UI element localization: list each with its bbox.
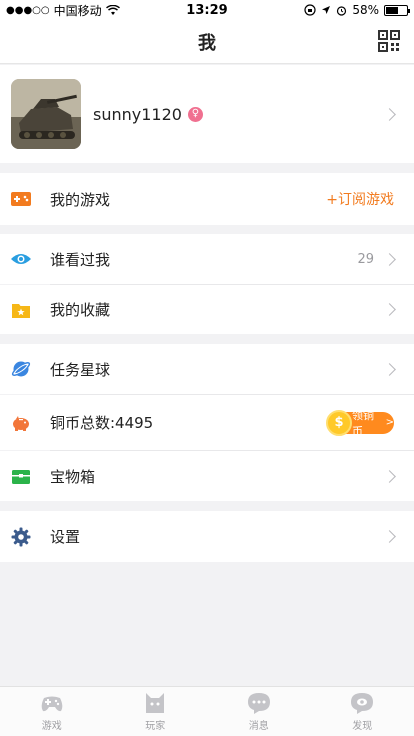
menu-label-coins: 铜币总数:4495	[50, 414, 154, 432]
avatar-tank-image	[11, 79, 81, 149]
eye-icon	[11, 249, 31, 269]
menu-item-favorites[interactable]: 我的收藏	[0, 285, 414, 334]
battery-icon	[384, 4, 410, 16]
chevron-right-icon	[383, 362, 396, 376]
carrier-name: 中国移动	[53, 3, 102, 18]
signal-dots: ●●●○○	[6, 4, 50, 16]
menu-item-my-games[interactable]: 我的游戏 +订阅游戏	[0, 173, 414, 225]
status-right: 58%	[304, 3, 410, 17]
username: sunny1120	[93, 104, 182, 124]
battery-percent: 58%	[352, 3, 379, 17]
chevron-right-icon	[383, 252, 396, 266]
orientation-lock-icon	[304, 4, 316, 16]
qr-code-button[interactable]	[378, 30, 400, 52]
player-tab-icon	[146, 693, 165, 713]
female-icon: ♀	[187, 106, 203, 122]
menu-item-quest-planet[interactable]: 任务星球	[0, 344, 414, 394]
gear-icon	[11, 527, 31, 547]
tab-games[interactable]: 游戏	[0, 687, 104, 736]
treasure-box-icon	[11, 466, 31, 486]
avatar[interactable]	[11, 79, 81, 149]
page-title: 我	[198, 32, 216, 54]
menu-item-settings[interactable]: 设置	[0, 511, 414, 562]
tab-label-discover: 发现	[352, 721, 373, 732]
menu-label-visitors: 谁看过我	[50, 250, 111, 269]
gamepad-icon	[11, 189, 31, 209]
menu-label-settings: 设置	[50, 528, 81, 546]
battery-level	[386, 6, 398, 14]
menu-label-quest-planet: 任务星球	[50, 360, 111, 379]
menu-item-visitors[interactable]: 谁看过我 29	[0, 234, 414, 284]
tab-players[interactable]: 玩家	[104, 687, 208, 736]
menu-item-treasure[interactable]: 宝物箱	[0, 451, 414, 501]
menu-item-coins[interactable]: 铜币总数:4495 $ 领铜币 >	[0, 395, 414, 450]
alarm-icon	[337, 5, 347, 16]
coin-icon: $	[326, 409, 352, 436]
chevron-right-icon	[383, 469, 396, 483]
claim-coins-button[interactable]: $ 领铜币 >	[326, 409, 394, 438]
chevron-small-icon: >	[385, 417, 394, 428]
chevron-right-icon	[383, 530, 396, 543]
profile-row[interactable]: sunny1120 ♀	[0, 65, 414, 163]
chevron-right-icon	[383, 107, 396, 121]
subscribe-game-link[interactable]: +订阅游戏	[326, 189, 394, 209]
tab-label-players: 玩家	[145, 721, 166, 732]
menu-label-favorites: 我的收藏	[50, 301, 111, 319]
status-left: ●●●○○ 中国移动	[6, 2, 120, 19]
gamepad-tab-icon	[41, 696, 63, 712]
message-tab-icon	[247, 693, 270, 714]
wifi-icon	[105, 4, 120, 15]
visitor-count: 29	[357, 251, 374, 267]
tab-bar: 游戏 玩家 消息 发现	[0, 686, 414, 736]
chevron-right-icon	[383, 303, 396, 316]
tab-label-games: 游戏	[41, 721, 62, 732]
piggy-bank-icon	[11, 413, 31, 433]
planet-icon	[11, 359, 31, 379]
tab-discover[interactable]: 发现	[311, 687, 414, 736]
discover-tab-icon	[351, 693, 374, 714]
folder-star-icon	[11, 300, 31, 320]
location-icon	[322, 6, 331, 14]
tab-messages[interactable]: 消息	[207, 687, 311, 736]
status-bar: ●●●○○ 中国移动 13:29 58%	[0, 0, 414, 20]
menu-label-my-games: 我的游戏	[50, 190, 111, 209]
qr-code-icon	[378, 30, 400, 52]
claim-coins-label: 领铜币	[352, 408, 374, 438]
tab-label-messages: 消息	[248, 721, 269, 732]
nav-bar: 我	[0, 20, 414, 64]
menu-label-treasure: 宝物箱	[50, 467, 96, 486]
